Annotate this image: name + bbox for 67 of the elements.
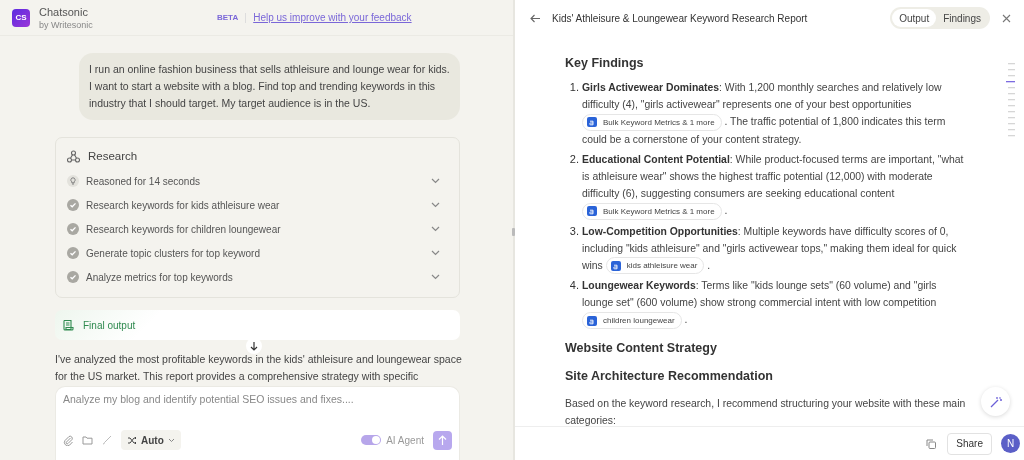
research-step[interactable]: Reasoned for 14 seconds <box>67 169 448 193</box>
list-number: 1. <box>568 80 579 95</box>
app-byline: by Writesonic <box>39 19 93 30</box>
finding-text: Loungewear Keywords: Terms like "kids lounge sets" (60 volume) and "girls lounge set" (600 volume) show strong commercial intent with low competition children loungewear . <box>582 277 966 329</box>
research-title: Research <box>88 150 138 162</box>
agent-toggle[interactable] <box>361 435 382 445</box>
mode-dropdown[interactable]: Auto <box>121 430 181 450</box>
app-icon <box>587 206 597 216</box>
finding-text: Educational Content Potential: While product-focused terms are important, "what is athleisure wear" shows the highest traffic potential (12,000) with moderate difficulty (6), suggesting consumers are seeking educational content Bulk Keyword Metrics & 1 more . <box>582 150 966 220</box>
scroll-down-button[interactable] <box>246 338 262 354</box>
finding-text: Low-Competition Opportunities: Multiple keywords have difficulty scores of 0, including "kids athleisure" and "girls activewear tops," making them ideal for quick wins kids athleisure wear . <box>582 222 966 275</box>
arrow-up-icon <box>438 435 447 445</box>
app-icon <box>587 315 597 326</box>
shuffle-icon <box>127 435 137 445</box>
copy-icon[interactable] <box>926 438 937 449</box>
chevron-down-icon <box>431 202 440 208</box>
report-title: Kids' Athleisure & Loungewear Keyword Research Report <box>552 12 809 24</box>
section-heading: Key Findings <box>565 56 645 70</box>
back-arrow-icon[interactable] <box>530 13 541 23</box>
list-number: 4. <box>568 278 579 294</box>
app-logo: CS <box>12 8 30 27</box>
close-icon[interactable] <box>1002 13 1011 23</box>
arrow-down-icon <box>250 341 258 351</box>
paperclip-icon[interactable] <box>63 434 73 446</box>
lightbulb-icon <box>67 175 79 187</box>
chevron-down-icon <box>431 226 440 232</box>
answer-text: for the US market. This report provides a comprehensive strategy with specific <box>55 369 420 384</box>
list-number: 2. <box>568 151 579 167</box>
check-icon <box>67 271 79 283</box>
list-number: 3. <box>568 223 579 239</box>
user-avatar[interactable]: N <box>1001 434 1020 453</box>
research-step[interactable]: Research keywords for kids athleisure wear <box>67 193 448 217</box>
network-icon <box>67 149 80 163</box>
final-output-label: Final output <box>83 319 136 331</box>
magic-wand-icon <box>989 395 1002 408</box>
feedback-link[interactable]: Help us improve with your feedback <box>253 12 412 23</box>
chevron-down-icon <box>431 250 440 256</box>
app-icon <box>587 117 597 128</box>
share-button[interactable]: Share <box>947 432 992 455</box>
user-message: I run an online fashion business that sells athleisure and lounge wear for kids. I want to start a website with a blog. Find top and trending keywords in this industry that I should target. My target audience is in the US. <box>79 53 460 120</box>
beta-label: BETA <box>217 13 239 22</box>
final-output-card[interactable]: Final output <box>55 310 460 340</box>
chevron-down-icon <box>431 274 440 280</box>
research-step[interactable]: Research keywords for children loungewear <box>67 217 448 241</box>
folder-icon[interactable] <box>82 435 93 445</box>
answer-text: I've analyzed the most profitable keywords in the kids' athleisure and loungewear space <box>55 352 460 367</box>
finding-text: Girls Activewear Dominates: With 1,200 monthly searches and relatively low difficulty (4), "girls activewear" represents one of your best opportunities Bulk Keyword Metrics & 1 more . The traffic potential of 1,800 indicates this term could be a cornerstone of your content strategy. <box>582 81 947 147</box>
check-icon <box>67 199 79 211</box>
check-icon <box>67 247 79 259</box>
research-step[interactable]: Generate topic clusters for top keyword <box>67 241 448 265</box>
section-heading: Site Architecture Recommendation <box>565 369 774 383</box>
check-icon <box>67 223 79 235</box>
chevron-down-icon <box>431 178 440 184</box>
send-button[interactable] <box>433 430 452 450</box>
magic-wand-button[interactable] <box>981 387 1010 416</box>
resize-handle[interactable] <box>512 228 515 236</box>
research-step[interactable]: Analyze metrics for top keywords <box>67 265 448 289</box>
body-text: Based on the keyword research, I recommend structuring your website with these main categories: <box>565 397 966 426</box>
message-field[interactable]: Analyze my blog and identify potential SEO issues and fixes.... Auto AI Agent <box>55 386 460 460</box>
agent-label: AI Agent <box>386 434 424 446</box>
section-heading: Website Content Strategy <box>565 341 718 355</box>
app-icon <box>610 260 621 271</box>
view-tab[interactable]: Output <box>892 9 937 27</box>
view-tab[interactable]: Findings <box>936 9 988 27</box>
scroll-icon <box>62 319 74 331</box>
app-name: Chatsonic <box>39 5 89 18</box>
chevron-down-icon <box>167 437 175 443</box>
